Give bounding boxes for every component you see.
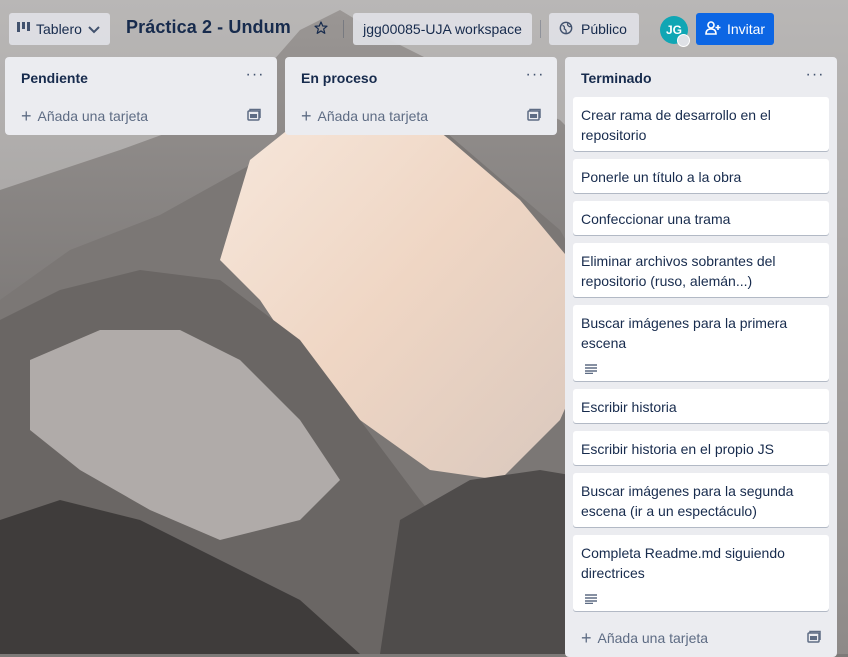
card-template-icon[interactable] bbox=[527, 108, 543, 124]
admin-badge-icon bbox=[677, 34, 690, 47]
card-title: Completa Readme.md siguiendo directrices bbox=[581, 545, 785, 581]
board-view-switcher[interactable]: Tablero bbox=[9, 13, 110, 45]
card-title: Escribir historia en el propio JS bbox=[581, 441, 774, 457]
plus-icon: + bbox=[21, 106, 32, 126]
card-title: Eliminar archivos sobrantes del reposito… bbox=[581, 253, 776, 289]
card[interactable]: Eliminar archivos sobrantes del reposito… bbox=[573, 243, 829, 297]
chevron-down-icon bbox=[88, 21, 100, 37]
card[interactable]: Crear rama de desarrollo en el repositor… bbox=[573, 97, 829, 151]
card-title: Crear rama de desarrollo en el repositor… bbox=[581, 107, 771, 143]
header-divider bbox=[540, 20, 541, 38]
description-icon bbox=[585, 589, 599, 605]
card[interactable]: Ponerle un título a la obra bbox=[573, 159, 829, 193]
list-pendiente: Pendiente ··· + Añada una tarjeta bbox=[5, 57, 277, 135]
card[interactable]: Buscar imágenes para la segunda escena (… bbox=[573, 473, 829, 527]
star-board-button[interactable] bbox=[305, 13, 337, 45]
more-icon[interactable]: ··· bbox=[803, 66, 827, 86]
add-card-label: Añada una tarjeta bbox=[37, 108, 149, 124]
add-card-button[interactable]: + Añada una tarjeta bbox=[293, 97, 549, 135]
list-title[interactable]: Terminado bbox=[581, 70, 652, 86]
visibility-label: Público bbox=[581, 21, 627, 37]
card-title: Buscar imágenes para la primera escena bbox=[581, 315, 788, 351]
visibility-button[interactable]: Público bbox=[549, 13, 639, 45]
add-card-label: Añada una tarjeta bbox=[317, 108, 429, 124]
list-en-proceso: En proceso ··· + Añada una tarjeta bbox=[285, 57, 557, 135]
plus-icon: + bbox=[301, 106, 312, 126]
workspace-button[interactable]: jgg00085-UJA workspace bbox=[353, 13, 532, 45]
list-title[interactable]: En proceso bbox=[301, 70, 377, 86]
card[interactable]: Escribir historia bbox=[573, 389, 829, 423]
header-divider bbox=[343, 20, 344, 38]
card[interactable]: Completa Readme.md siguiendo directrices bbox=[573, 535, 829, 611]
card-template-icon[interactable] bbox=[247, 108, 263, 124]
more-icon[interactable]: ··· bbox=[243, 66, 267, 86]
board-icon bbox=[17, 21, 31, 37]
card[interactable]: Confeccionar una trama bbox=[573, 201, 829, 235]
add-card-button[interactable]: + Añada una tarjeta bbox=[573, 619, 829, 657]
card-title: Confeccionar una trama bbox=[581, 211, 731, 227]
list-header: En proceso ··· bbox=[285, 57, 557, 97]
card[interactable]: Escribir historia en el propio JS bbox=[573, 431, 829, 465]
card-template-icon[interactable] bbox=[807, 630, 823, 646]
description-icon bbox=[585, 359, 599, 375]
card-list: Crear rama de desarrollo en el repositor… bbox=[565, 97, 837, 611]
list-header: Pendiente ··· bbox=[5, 57, 277, 97]
star-icon bbox=[313, 20, 329, 39]
add-card-label: Añada una tarjeta bbox=[597, 630, 709, 646]
globe-icon bbox=[559, 21, 573, 38]
add-user-icon bbox=[705, 20, 721, 38]
board-view-label: Tablero bbox=[36, 21, 82, 37]
board-title[interactable]: Práctica 2 - Undum bbox=[126, 17, 291, 38]
invite-button[interactable]: Invitar bbox=[696, 13, 774, 45]
card-title: Ponerle un título a la obra bbox=[581, 169, 742, 185]
list-title[interactable]: Pendiente bbox=[21, 70, 88, 86]
add-card-button[interactable]: + Añada una tarjeta bbox=[13, 97, 269, 135]
more-icon[interactable]: ··· bbox=[523, 66, 547, 86]
card-title: Escribir historia bbox=[581, 399, 677, 415]
card-title: Buscar imágenes para la segunda escena (… bbox=[581, 483, 794, 519]
list-terminado: Terminado ··· Crear rama de desarrollo e… bbox=[565, 57, 837, 657]
list-header: Terminado ··· bbox=[565, 57, 837, 97]
board-header: Tablero Práctica 2 - Undum jgg00085-UJA … bbox=[0, 0, 848, 58]
invite-label: Invitar bbox=[726, 21, 766, 37]
plus-icon: + bbox=[581, 628, 592, 648]
card[interactable]: Buscar imágenes para la primera escena bbox=[573, 305, 829, 381]
